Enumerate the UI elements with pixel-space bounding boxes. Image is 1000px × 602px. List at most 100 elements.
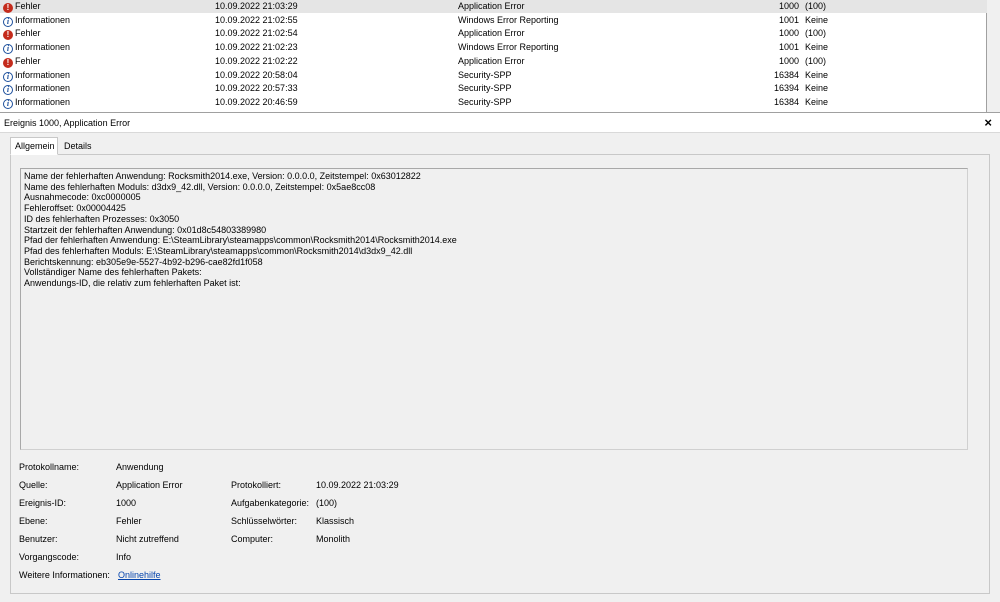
log-name-label: Protokollname:: [19, 462, 80, 472]
description-line: Anwendungs-ID, die relativ zum fehlerhaf…: [24, 278, 241, 289]
event-level-text: Informationen: [15, 14, 71, 25]
task-category-label: Aufgabenkategorie:: [231, 498, 310, 508]
event-date: 10.09.2022 21:02:54: [215, 28, 298, 39]
event-row[interactable]: i Informationen 10.09.2022 20:46:59 Securit…: [0, 96, 987, 109]
event-level: ! Fehler: [3, 0, 41, 13]
event-row[interactable]: i Informationen 10.09.2022 20:58:04 Securit…: [0, 69, 987, 82]
computer-label: Computer:: [231, 534, 274, 544]
error-icon: !: [3, 57, 13, 68]
event-date: 10.09.2022 21:03:29: [215, 1, 298, 11]
event-source: Application Error: [458, 1, 525, 11]
error-icon: !: [3, 3, 13, 13]
description-line: Name der fehlerhaften Anwendung: Rocksmi…: [24, 171, 421, 181]
event-date: 10.09.2022 20:58:04: [215, 69, 298, 80]
keywords-value[interactable]: Klassisch: [316, 515, 354, 527]
info-icon: i: [3, 71, 13, 82]
more-info-label: Weitere Informationen:: [19, 570, 110, 580]
info-icon: i: [3, 16, 13, 27]
event-date: 10.09.2022 21:02:55: [215, 14, 298, 25]
event-id: 16384: [773, 69, 799, 80]
description-line: Pfad der fehlerhaften Anwendung: E:\Stea…: [24, 235, 457, 246]
event-description[interactable]: Name der fehlerhaften Anwendung: Rocksmi…: [20, 168, 968, 450]
event-row[interactable]: ! Fehler 10.09.2022 21:02:22 Application Er…: [0, 55, 987, 68]
event-level-text: Informationen: [15, 83, 71, 94]
description-line: Name des fehlerhaften Moduls: d3dx9_42.d…: [24, 181, 376, 192]
event-row[interactable]: ! Fehler 10.09.2022 21:02:54 Application Er…: [0, 27, 987, 41]
event-task: Keine: [805, 14, 829, 25]
event-level: i Informationen: [3, 41, 71, 55]
event-date: 10.09.2022 20:57:33: [215, 83, 298, 94]
event-task: (100): [805, 1, 827, 11]
source-label: Quelle:: [19, 480, 48, 490]
event-source: Security-SPP: [458, 96, 512, 107]
event-task: Keine: [805, 42, 829, 53]
event-detail-title: Ereignis 1000, Application Error: [4, 118, 131, 128]
event-date: 10.09.2022 21:02:22: [215, 55, 298, 66]
logged-value[interactable]: 10.09.2022 21:03:29: [316, 479, 399, 491]
event-row[interactable]: i Informationen 10.09.2022 20:57:33 Securit…: [0, 82, 987, 96]
keywords-label: Schlüsselwörter:: [231, 516, 298, 526]
event-level: ! Fehler: [3, 55, 41, 68]
event-id-value[interactable]: 1000: [116, 497, 136, 509]
opcode-value[interactable]: Info: [116, 551, 131, 563]
description-line: ID des fehlerhaften Prozesses: 0x3050: [24, 213, 180, 224]
log-name-value[interactable]: Anwendung: [116, 461, 164, 473]
event-list-rows: ! Fehler 10.09.2022 21:03:29 Application Er…: [0, 0, 987, 112]
event-row[interactable]: i Informationen 10.09.2022 21:02:23 Windows…: [0, 41, 987, 55]
event-source: Windows Error Reporting: [458, 42, 559, 53]
event-source: Application Error: [458, 28, 525, 39]
event-task: Keine: [805, 83, 829, 94]
event-level-text: Informationen: [15, 42, 71, 53]
event-id: 1000: [778, 1, 799, 11]
event-task: Keine: [805, 96, 829, 107]
task-category-value[interactable]: (100): [316, 497, 337, 509]
level-value[interactable]: Fehler: [116, 515, 142, 527]
error-icon: !: [3, 30, 13, 41]
event-id: 1000: [778, 28, 799, 39]
event-list[interactable]: ! Fehler 10.09.2022 21:03:29 Application Er…: [0, 0, 1000, 112]
tab-details[interactable]: Details: [60, 139, 100, 155]
event-id: 16384: [773, 96, 799, 107]
event-id: 1001: [778, 42, 799, 53]
tab-general[interactable]: Allgemein: [10, 137, 58, 155]
event-task: Keine: [805, 69, 829, 80]
opcode-label: Vorgangscode:: [19, 552, 80, 562]
event-level-text: Fehler: [15, 55, 41, 66]
close-icon[interactable]: ×: [984, 116, 992, 129]
computer-value[interactable]: Monolith: [316, 533, 350, 545]
description-line: Berichtskennung: eb305e9e-5527-4b92-b296…: [24, 256, 263, 267]
event-level: ! Fehler: [3, 27, 41, 41]
event-source: Windows Error Reporting: [458, 14, 559, 25]
event-list-scrollbar[interactable]: [987, 0, 1000, 112]
description-line: Fehleroffset: 0x00004425: [24, 203, 126, 214]
source-value[interactable]: Application Error: [116, 479, 183, 491]
info-icon: i: [3, 85, 13, 96]
info-icon: i: [3, 98, 13, 109]
event-source: Application Error: [458, 55, 525, 66]
user-label: Benutzer:: [19, 534, 58, 544]
event-row[interactable]: ! Fehler 10.09.2022 21:03:29 Application Er…: [0, 0, 987, 13]
description-line: Startzeit der fehlerhaften Anwendung: 0x…: [24, 224, 267, 235]
event-id: 1000: [778, 55, 799, 66]
event-date: 10.09.2022 20:46:59: [215, 96, 298, 107]
level-label: Ebene:: [19, 516, 48, 526]
event-task: (100): [805, 55, 827, 66]
event-detail-header: Ereignis 1000, Application Error ×: [0, 112, 1000, 133]
user-value[interactable]: Nicht zutreffend: [116, 533, 179, 545]
event-source: Security-SPP: [458, 69, 512, 80]
tab-panel-general: Name der fehlerhaften Anwendung: Rocksmi…: [10, 154, 990, 594]
event-level-text: Fehler: [15, 1, 41, 11]
event-level-text: Fehler: [15, 28, 41, 39]
event-level-text: Informationen: [15, 96, 71, 107]
online-help-link[interactable]: Onlinehilfe: [118, 569, 161, 581]
event-id: 1001: [778, 14, 799, 25]
event-row[interactable]: i Informationen 10.09.2022 21:02:55 Windows…: [0, 14, 987, 27]
event-level: i Informationen: [3, 82, 71, 96]
event-id: 16394: [773, 83, 799, 94]
event-level: i Informationen: [3, 69, 70, 82]
info-icon: i: [3, 44, 13, 55]
event-level: i Informationen: [3, 96, 70, 109]
event-source: Security-SPP: [458, 83, 512, 94]
event-level-text: Informationen: [15, 69, 71, 80]
description-line: Vollständiger Name des fehlerhaften Pake…: [24, 267, 202, 278]
